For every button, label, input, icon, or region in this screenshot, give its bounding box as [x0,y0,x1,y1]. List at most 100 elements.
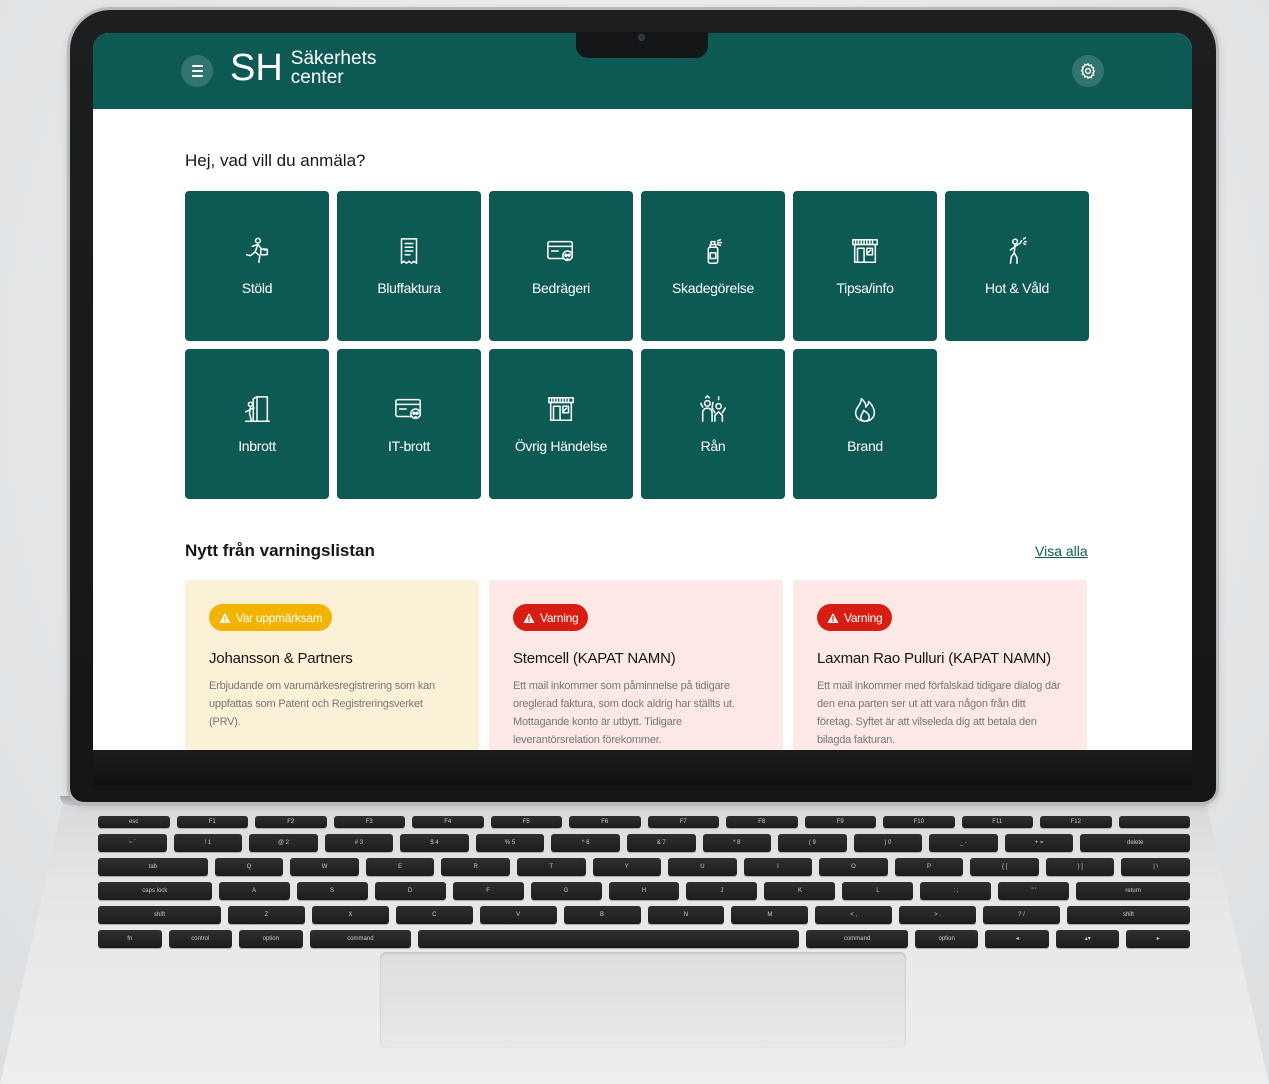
keyboard-key[interactable]: F2 [255,816,327,828]
keyboard-key[interactable]: & 7 [626,834,696,852]
keyboard-key[interactable]: shift [1066,906,1190,924]
tile-tipsa-info[interactable]: Tipsa/info [793,191,937,341]
keyboard-key[interactable]: F10 [883,816,955,828]
keyboard-key[interactable]: Z [228,906,305,924]
tile-hot-vald[interactable]: Hot & Våld [945,191,1089,341]
keyboard-key[interactable]: ~ ` [98,834,167,852]
keyboard-key[interactable]: esc [98,816,170,828]
keyboard-key[interactable]: U [668,858,737,876]
keyboard-key[interactable]: : ; [920,882,992,900]
warning-card[interactable]: Var uppmärksam Johansson & Partners Erbj… [185,580,479,750]
keyboard-key[interactable]: shift [98,906,222,924]
keyboard-key[interactable]: F12 [1040,816,1112,828]
tile-inbrott[interactable]: Inbrott [185,349,329,499]
keyboard-key[interactable]: I [743,858,813,876]
keyboard-key[interactable]: ◂ [985,930,1049,948]
keyboard-key[interactable]: F [452,882,524,900]
keyboard-key[interactable]: V [479,906,557,924]
view-all-link[interactable]: Visa alla [1035,543,1088,559]
keyboard-key[interactable]: F8 [726,816,798,828]
keyboard-key[interactable]: M [731,906,809,924]
keyboard-key[interactable]: E [365,858,435,876]
keyboard-key[interactable]: R [441,858,510,876]
keyboard-key[interactable]: command [806,930,908,948]
keyboard-key[interactable]: " ' [998,882,1070,900]
tile-label: Rån [700,438,726,454]
keyboard-key[interactable]: G [530,882,602,900]
tile-ovrig-handelse[interactable]: Övrig Händelse [489,349,633,499]
keyboard-key[interactable]: ▴▾ [1055,930,1120,948]
keyboard-key[interactable]: W [290,858,359,876]
tile-stold[interactable]: Stöld [185,191,329,341]
tile-ran[interactable]: Rån [641,349,785,499]
keyboard-key[interactable]: delete [1080,834,1191,852]
trackpad[interactable] [380,952,906,1048]
card-description: Ett mail inkommer med förfalskad tidigar… [817,680,1061,746]
keyboard-key[interactable]: control [168,930,233,948]
keyboard-key[interactable]: > . [899,906,977,924]
keyboard-key[interactable]: command [309,930,412,948]
keyboard-key[interactable]: % 5 [475,834,545,852]
keyboard-key[interactable]: return [1076,882,1190,900]
tile-bluffaktura[interactable]: Bluffaktura [337,191,481,341]
keyboard-key[interactable]: caps lock [98,882,212,900]
tile-skadegorelse[interactable]: Skadegörelse [641,191,785,341]
keyboard-key[interactable]: F5 [490,816,562,828]
keyboard-key[interactable]: ! 1 [173,834,243,852]
keyboard-key[interactable]: tab [98,858,208,876]
keyboard-key[interactable] [1118,816,1190,828]
keyboard-key[interactable]: J [686,882,758,900]
tile-bedrageri[interactable]: Bedrägeri [489,191,633,341]
keyboard-key[interactable]: B [563,906,641,924]
keyboard-key[interactable]: # 3 [324,834,394,852]
keyboard-key[interactable]: option [914,930,979,948]
brand-logo[interactable]: SH Säkerhets center [230,48,376,88]
warning-card[interactable]: Varning Laxman Rao Pulluri (KAPAT NAMN) … [793,580,1087,750]
settings-button[interactable] [1072,55,1104,87]
keyboard-key[interactable]: D [374,882,446,900]
keyboard-key[interactable]: T [516,858,586,876]
logo-name: Säkerhets center [291,49,377,87]
keyboard-key[interactable]: F3 [333,816,405,828]
keyboard-key[interactable]: ▸ [1126,930,1190,948]
keyboard-key[interactable]: ( 9 [778,834,847,852]
keyboard-key[interactable]: Y [592,858,662,876]
keyboard-key[interactable]: P [894,858,964,876]
keyboard-key[interactable]: Q [214,858,284,876]
warning-card[interactable]: Varning Stemcell (KAPAT NAMN) Ett mail i… [489,580,783,750]
keyboard-key[interactable]: option [239,930,303,948]
keyboard-key[interactable]: K [764,882,836,900]
keyboard-key[interactable]: * 8 [702,834,772,852]
keyboard-key[interactable]: F4 [412,816,484,828]
keyboard-key[interactable]: O [819,858,888,876]
keyboard-key[interactable]: ^ 6 [551,834,620,852]
keyboard-key[interactable]: $ 4 [400,834,469,852]
keyboard-key[interactable]: S [296,882,368,900]
keyboard-key[interactable]: A [218,882,290,900]
keyboard-key[interactable]: @ 2 [249,834,318,852]
tile-brand[interactable]: Brand [793,349,937,499]
keyboard-key[interactable]: { [ [970,858,1039,876]
keyboard-key[interactable]: F9 [804,816,876,828]
tile-it-brott[interactable]: IT-brott [337,349,481,499]
keyboard-key[interactable]: F6 [569,816,641,828]
keyboard-key[interactable]: fn [98,930,162,948]
keyboard-key[interactable]: ) 0 [853,834,923,852]
keyboard-key[interactable]: N [647,906,725,924]
keyboard-key[interactable]: F1 [176,816,248,828]
keyboard-key[interactable]: ? / [983,906,1060,924]
keyboard-key[interactable]: < , [815,906,893,924]
keyboard-key[interactable]: H [608,882,680,900]
keyboard-key[interactable]: X [311,906,389,924]
keyboard-key[interactable]: _ - [929,834,998,852]
keyboard-key[interactable]: + = [1004,834,1074,852]
keyboard-key[interactable]: | \ [1121,858,1191,876]
keyboard-key[interactable]: C [395,906,473,924]
hamburger-menu-button[interactable] [181,55,213,87]
keyboard-row: shift Z X C V B N M < , > . ? / shift [98,906,1190,924]
keyboard-key[interactable]: F7 [647,816,719,828]
keyboard-key[interactable] [418,930,800,948]
keyboard-key[interactable]: F11 [961,816,1033,828]
keyboard-key[interactable]: } ] [1045,858,1115,876]
keyboard-key[interactable]: L [842,882,914,900]
